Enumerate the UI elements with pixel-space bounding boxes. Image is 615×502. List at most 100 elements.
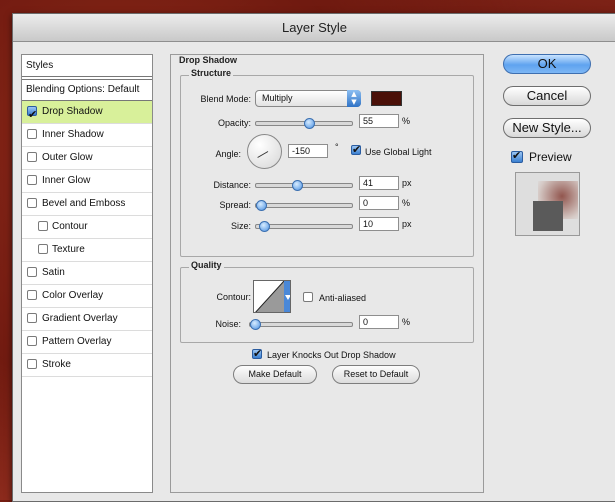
size-slider[interactable] <box>255 221 353 232</box>
opacity-label: Opacity: <box>217 118 251 128</box>
style-item-checkbox[interactable] <box>27 359 37 369</box>
style-item-label: Satin <box>42 267 65 278</box>
opacity-slider[interactable] <box>255 118 353 129</box>
style-item[interactable]: Satin <box>22 262 152 285</box>
style-item-checkbox[interactable] <box>27 290 37 300</box>
style-item-label: Drop Shadow <box>42 106 103 117</box>
contour-label: Contour: <box>216 292 251 302</box>
blend-mode-select[interactable]: Multiply ▲ ▼ <box>255 90 361 107</box>
style-item-label: Stroke <box>42 359 71 370</box>
anti-aliased-checkbox[interactable] <box>303 292 313 302</box>
style-item[interactable]: Outer Glow <box>22 147 152 170</box>
style-item-label: Inner Glow <box>42 175 91 186</box>
contour-curve-icon <box>255 281 290 312</box>
opacity-slider-thumb[interactable] <box>303 118 315 129</box>
spread-input[interactable]: 0 <box>359 196 399 210</box>
preview-square <box>533 201 563 231</box>
reset-to-default-button[interactable]: Reset to Default <box>332 365 420 384</box>
style-item[interactable]: Bevel and Emboss <box>22 193 152 216</box>
style-item-label: Inner Shadow <box>42 129 104 140</box>
distance-slider-thumb[interactable] <box>291 180 303 191</box>
opacity-unit: % <box>402 116 411 126</box>
distance-slider[interactable] <box>255 180 353 191</box>
use-global-light-label: Use Global Light <box>365 147 432 157</box>
contour-picker[interactable] <box>253 280 291 313</box>
angle-needle <box>257 151 269 158</box>
select-arrows-icon: ▲ ▼ <box>347 90 361 107</box>
style-item-checkbox[interactable] <box>27 104 37 126</box>
style-item[interactable]: Inner Shadow <box>22 124 152 147</box>
size-input[interactable]: 10 <box>359 217 399 231</box>
size-slider-thumb[interactable] <box>259 221 271 232</box>
opacity-input[interactable]: 55 <box>359 114 399 128</box>
spread-slider-thumb[interactable] <box>256 200 267 211</box>
style-item[interactable]: Stroke <box>22 354 152 377</box>
blend-mode-label: Blend Mode: <box>200 94 251 104</box>
angle-input[interactable]: -150 <box>288 144 328 158</box>
make-default-button[interactable]: Make Default <box>233 365 317 384</box>
style-item-label: Bevel and Emboss <box>42 198 126 209</box>
spread-label: Spread: <box>219 200 251 210</box>
style-item[interactable]: Texture <box>22 239 152 262</box>
dialog-title: Layer Style <box>13 14 615 42</box>
style-item[interactable]: Gradient Overlay <box>22 308 152 331</box>
shadow-color-swatch[interactable] <box>371 91 402 106</box>
style-item-checkbox[interactable] <box>27 336 37 346</box>
knocks-out-checkbox[interactable] <box>252 347 262 360</box>
style-item-checkbox[interactable] <box>27 175 37 185</box>
style-item[interactable]: Contour <box>22 216 152 239</box>
noise-input[interactable]: 0 <box>359 315 399 329</box>
drop-shadow-title: Drop Shadow <box>179 55 237 65</box>
distance-input[interactable]: 41 <box>359 176 399 190</box>
style-item[interactable]: Inner Glow <box>22 170 152 193</box>
size-unit: px <box>402 219 412 229</box>
styles-list: Styles Blending Options: Default Drop Sh… <box>21 54 153 493</box>
new-style-button[interactable]: New Style... <box>503 118 591 138</box>
layer-style-dialog: Layer Style Styles Blending Options: Def… <box>12 13 615 502</box>
distance-label: Distance: <box>213 180 251 190</box>
style-item-label: Color Overlay <box>42 290 104 301</box>
anti-aliased-label: Anti-aliased <box>319 293 367 303</box>
blending-options-item[interactable]: Blending Options: Default <box>22 79 152 101</box>
structure-title: Structure <box>189 68 234 78</box>
noise-slider[interactable] <box>249 319 353 330</box>
ok-button[interactable]: OK <box>503 54 591 74</box>
style-item-label: Texture <box>52 244 85 255</box>
cancel-button[interactable]: Cancel <box>503 86 591 106</box>
style-item-checkbox[interactable] <box>27 129 37 139</box>
spread-unit: % <box>402 198 411 208</box>
style-item-checkbox[interactable] <box>27 313 37 323</box>
structure-group: Structure Blend Mode: Multiply ▲ ▼ Opacit… <box>180 68 474 257</box>
spread-slider[interactable] <box>255 200 353 211</box>
preview-checkbox[interactable] <box>511 149 523 163</box>
style-item-checkbox[interactable] <box>38 221 48 231</box>
style-item[interactable]: Pattern Overlay <box>22 331 152 354</box>
preview-label: Preview <box>529 150 572 164</box>
preview-thumbnail <box>515 172 580 236</box>
style-item-label: Outer Glow <box>42 152 93 163</box>
drop-shadow-panel: Drop Shadow Structure Blend Mode: Multip… <box>170 54 484 493</box>
style-item[interactable]: Drop Shadow <box>22 101 152 126</box>
angle-dial[interactable] <box>247 134 282 169</box>
noise-unit: % <box>402 317 411 327</box>
distance-unit: px <box>402 178 412 188</box>
style-item-checkbox[interactable] <box>27 198 37 208</box>
styles-header[interactable]: Styles <box>22 55 152 77</box>
noise-label: Noise: <box>215 319 241 329</box>
blend-mode-value: Multiply <box>262 93 293 103</box>
quality-title: Quality <box>189 260 224 270</box>
use-global-light-checkbox[interactable] <box>351 143 361 156</box>
style-item-label: Gradient Overlay <box>42 313 118 324</box>
knocks-out-label: Layer Knocks Out Drop Shadow <box>267 350 396 360</box>
angle-label: Angle: <box>215 149 241 159</box>
style-item[interactable]: Color Overlay <box>22 285 152 308</box>
quality-group: Quality Contour: Anti-aliased Noise: 0 % <box>180 260 474 343</box>
style-item-checkbox[interactable] <box>27 267 37 277</box>
angle-unit: ° <box>335 142 339 152</box>
style-item-label: Pattern Overlay <box>42 336 112 347</box>
style-item-checkbox[interactable] <box>38 244 48 254</box>
noise-slider-thumb[interactable] <box>250 319 261 330</box>
style-item-label: Contour <box>52 221 88 232</box>
size-label: Size: <box>230 221 251 231</box>
style-item-checkbox[interactable] <box>27 152 37 162</box>
